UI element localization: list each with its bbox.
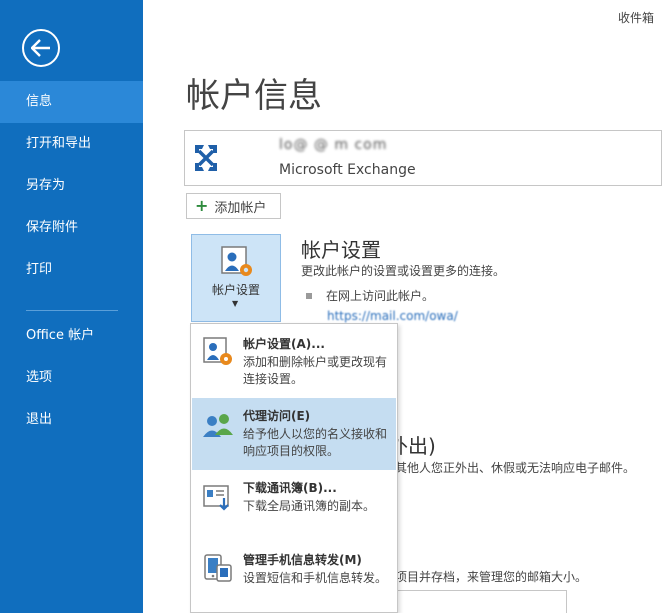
- account-settings-description: 更改此帐户的设置或设置更多的连接。: [301, 264, 506, 278]
- sidebar-item-save-as[interactable]: 另存为: [0, 165, 143, 207]
- sidebar-item-print[interactable]: 打印: [0, 249, 143, 291]
- account-type: Microsoft Exchange: [279, 162, 416, 178]
- menu-item-description: 添加和删除帐户或更改现有连接设置。: [243, 355, 388, 386]
- web-access-text: 在网上访问此帐户。: [326, 289, 435, 303]
- add-account-label: 添加帐户: [214, 200, 267, 216]
- menu-item-account-settings[interactable]: 帐户设置(A)... 添加和删除帐户或更改现有连接设置。: [192, 326, 396, 398]
- menu-item-delegate-access[interactable]: 代理访问(E) 给予他人以您的名义接收和响应项目的权限。: [192, 398, 396, 470]
- backstage-sidebar: 信息 打开和导出 另存为 保存附件 打印 Office 帐户 选项 退出: [0, 0, 143, 613]
- back-button[interactable]: [22, 29, 60, 67]
- web-access-link[interactable]: https://mail.com/owa/: [327, 309, 458, 323]
- sidebar-item-options[interactable]: 选项: [0, 357, 143, 399]
- automatic-replies-description: 其他人您正外出、休假或无法响应电子邮件。: [395, 461, 636, 475]
- menu-item-title: 帐户设置(A)...: [243, 337, 325, 351]
- menu-item-download-address-book[interactable]: 下载通讯簿(B)... 下载全局通讯簿的副本。: [192, 470, 396, 542]
- account-settings-icon: [221, 246, 252, 276]
- account-selector[interactable]: lo@ @ m com Microsoft Exchange: [184, 130, 662, 186]
- account-email: lo@ @ m com: [279, 137, 388, 153]
- page-title: 帐户信息: [186, 76, 322, 116]
- mailbox-size-bar: [395, 590, 567, 613]
- back-arrow-icon: [31, 39, 50, 57]
- account-settings-heading: 帐户设置: [301, 238, 381, 262]
- sidebar-item-exit[interactable]: 退出: [0, 399, 143, 441]
- add-account-button[interactable]: + 添加帐户: [186, 193, 281, 219]
- account-settings-icon: [203, 337, 232, 365]
- menu-item-title: 管理手机信息转发(M): [243, 553, 362, 567]
- delegate-access-icon: [203, 414, 233, 437]
- menu-item-mobile-forwarding[interactable]: 管理手机信息转发(M) 设置短信和手机信息转发。: [192, 542, 396, 613]
- sidebar-item-info[interactable]: 信息: [0, 81, 143, 123]
- exchange-icon: [195, 145, 217, 171]
- sidebar-item-open-export[interactable]: 打开和导出: [0, 123, 143, 165]
- plus-icon: +: [195, 196, 209, 215]
- menu-item-title: 代理访问(E): [243, 409, 311, 423]
- web-access-bullet: 在网上访问此帐户。: [306, 287, 434, 304]
- account-settings-tile[interactable]: 帐户设置 ▼: [191, 234, 281, 322]
- menu-item-description: 下载全局通讯簿的副本。: [243, 499, 376, 513]
- menu-item-description: 给予他人以您的名义接收和响应项目的权限。: [243, 427, 388, 458]
- download-address-book-icon: [203, 485, 229, 511]
- sidebar-divider: [26, 310, 118, 311]
- bullet-icon: [306, 292, 312, 299]
- sidebar-item-office-account[interactable]: Office 帐户: [0, 315, 143, 357]
- menu-item-description: 设置短信和手机信息转发。: [243, 571, 388, 585]
- mobile-forwarding-icon: [204, 554, 232, 582]
- chevron-down-icon: ▼: [232, 299, 239, 308]
- account-settings-tile-label: 帐户设置: [211, 283, 260, 297]
- sidebar-item-save-attachments[interactable]: 保存附件: [0, 207, 143, 249]
- mailbox-cleanup-description: 项目并存档，来管理您的邮箱大小。: [395, 570, 588, 584]
- account-settings-menu: 帐户设置(A)... 添加和删除帐户或更改现有连接设置。 代理访问(E) 给予他…: [190, 323, 398, 613]
- main-pane: 收件箱 帐户信息 lo@ @ m com Microsoft Exchange …: [143, 0, 662, 613]
- menu-item-title: 下载通讯簿(B)...: [243, 481, 337, 495]
- window-caption: 收件箱: [617, 11, 654, 25]
